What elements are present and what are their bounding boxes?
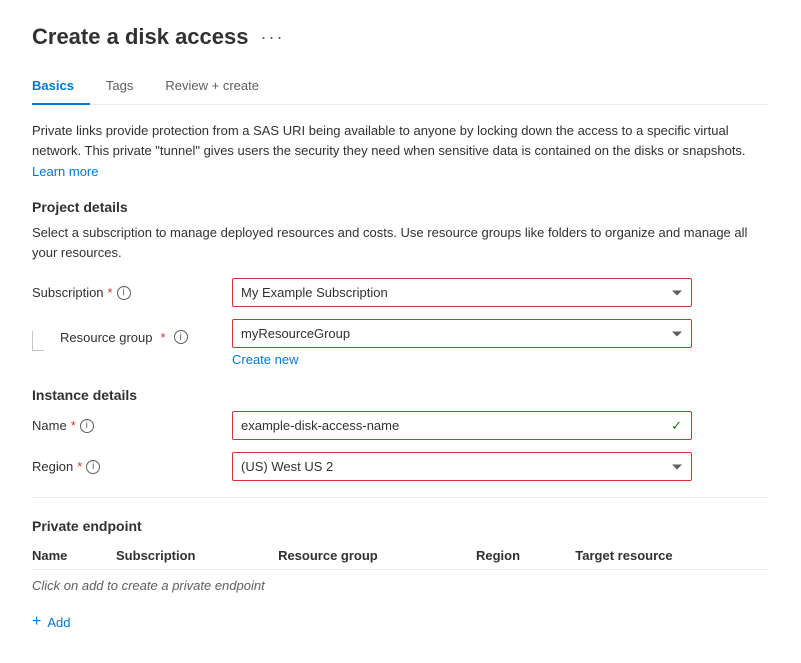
create-new-link[interactable]: Create new [232, 352, 692, 367]
region-control: (US) West US 2 [232, 452, 692, 481]
subscription-required: * [108, 285, 113, 300]
name-label: Name * i [32, 418, 232, 433]
col-subscription: Subscription [116, 542, 278, 570]
description-text: Private links provide protection from a … [32, 121, 769, 160]
table-empty-row: Click on add to create a private endpoin… [32, 570, 769, 602]
region-group: Region * i (US) West US 2 [32, 452, 769, 481]
add-button[interactable]: + Add [32, 605, 70, 639]
resource-group-select-wrapper: myResourceGroup [232, 319, 692, 348]
col-region: Region [476, 542, 575, 570]
name-info-icon[interactable]: i [80, 419, 94, 433]
subscription-select[interactable]: My Example Subscription [232, 278, 692, 307]
table-header-row: Name Subscription Resource group Region … [32, 542, 769, 570]
name-input-wrapper [232, 411, 692, 440]
name-required: * [71, 418, 76, 433]
name-group: Name * i [32, 411, 769, 440]
page-title: Create a disk access [32, 24, 249, 50]
resource-group-info-icon[interactable]: i [174, 330, 188, 344]
tab-review-create[interactable]: Review + create [149, 70, 275, 105]
subscription-label: Subscription * i [32, 285, 232, 300]
indent-line [32, 331, 44, 351]
instance-details-title: Instance details [32, 387, 769, 403]
resource-group-group: Resource group * i myResourceGroup Creat… [32, 319, 769, 367]
page-header: Create a disk access ··· [32, 24, 769, 50]
learn-more-link[interactable]: Learn more [32, 164, 98, 179]
divider [32, 497, 769, 498]
empty-message: Click on add to create a private endpoin… [32, 570, 769, 602]
project-details-description: Select a subscription to manage deployed… [32, 223, 769, 262]
resource-group-control: myResourceGroup Create new [232, 319, 692, 367]
add-icon: + [32, 613, 41, 631]
name-input[interactable] [232, 411, 692, 440]
region-info-icon[interactable]: i [86, 460, 100, 474]
region-select-wrapper: (US) West US 2 [232, 452, 692, 481]
region-label: Region * i [32, 459, 232, 474]
private-endpoint-title: Private endpoint [32, 518, 769, 534]
endpoint-table: Name Subscription Resource group Region … [32, 542, 769, 601]
col-resource-group: Resource group [278, 542, 476, 570]
tabs-container: Basics Tags Review + create [32, 70, 769, 105]
subscription-info-icon[interactable]: i [117, 286, 131, 300]
resource-group-outer-label: Resource group * i [32, 319, 232, 351]
subscription-select-wrapper: My Example Subscription [232, 278, 692, 307]
region-required: * [77, 459, 82, 474]
tab-basics[interactable]: Basics [32, 70, 90, 105]
name-control [232, 411, 692, 440]
col-target-resource: Target resource [575, 542, 769, 570]
add-button-label: Add [47, 615, 70, 630]
project-details-title: Project details [32, 199, 769, 215]
ellipsis-menu[interactable]: ··· [261, 27, 285, 48]
subscription-control: My Example Subscription [232, 278, 692, 307]
region-select[interactable]: (US) West US 2 [232, 452, 692, 481]
tab-tags[interactable]: Tags [90, 70, 149, 105]
resource-group-required: * [161, 330, 166, 345]
resource-group-select[interactable]: myResourceGroup [232, 319, 692, 348]
col-name: Name [32, 542, 116, 570]
subscription-group: Subscription * i My Example Subscription [32, 278, 769, 307]
